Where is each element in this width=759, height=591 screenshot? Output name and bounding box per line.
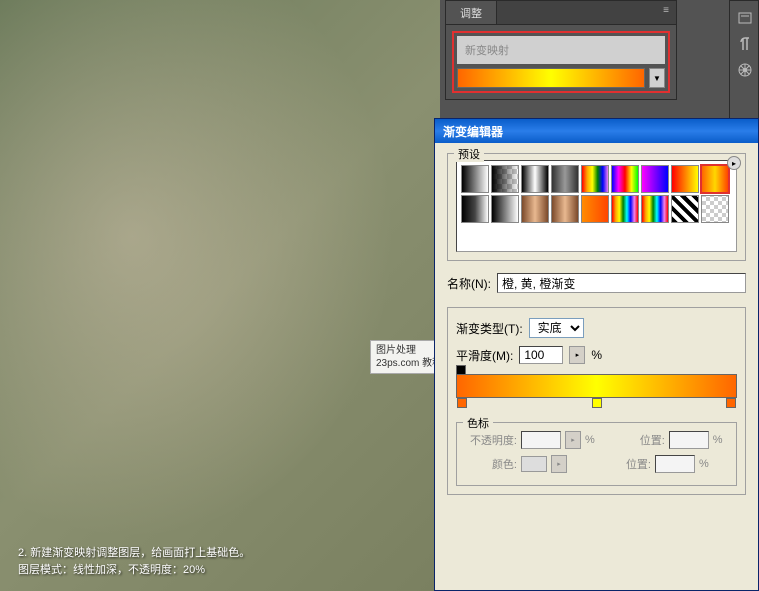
position-label: 位置: bbox=[597, 456, 651, 472]
dialog-titlebar[interactable]: 渐变编辑器 bbox=[435, 119, 758, 143]
tab-adjustments[interactable]: 调整 bbox=[446, 1, 497, 24]
panel-menu-button[interactable]: ≡ bbox=[656, 1, 676, 24]
gradient-editor-dialog: 渐变编辑器 预设 ▸ bbox=[434, 118, 759, 591]
preset-swatch[interactable] bbox=[671, 165, 699, 193]
preset-swatch[interactable] bbox=[701, 195, 729, 223]
color-chip bbox=[521, 456, 547, 472]
gradient-dropdown-button[interactable]: ▼ bbox=[649, 68, 665, 88]
smoothness-spinner[interactable]: ▸ bbox=[569, 346, 585, 364]
opacity-input bbox=[521, 431, 561, 449]
canvas-photo bbox=[0, 0, 440, 591]
preset-swatch[interactable] bbox=[461, 165, 489, 193]
adjustments-panel: 调整 ≡ 新变映射 ▼ bbox=[445, 0, 677, 100]
tutorial-caption-2: 图层模式：线性加深，不透明度：20% bbox=[18, 561, 205, 577]
preset-swatch[interactable] bbox=[491, 195, 519, 223]
smoothness-label: 平滑度(M): bbox=[456, 347, 513, 364]
preset-swatch[interactable] bbox=[521, 195, 549, 223]
stops-label: 色标 bbox=[463, 415, 493, 431]
preset-swatch[interactable] bbox=[611, 165, 639, 193]
preset-swatch[interactable] bbox=[551, 195, 579, 223]
color-stop[interactable] bbox=[457, 398, 467, 408]
gradient-type-label: 渐变类型(T): bbox=[456, 320, 523, 337]
history-icon[interactable] bbox=[736, 9, 754, 27]
preset-swatch[interactable] bbox=[521, 165, 549, 193]
gradient-type-section: 渐变类型(T): 实底 平滑度(M): ▸ % bbox=[447, 307, 746, 495]
percent-label: % bbox=[699, 458, 709, 470]
adjustment-highlight: 新变映射 ▼ bbox=[452, 31, 670, 93]
presets-label: 预设 bbox=[454, 146, 484, 162]
name-label: 名称(N): bbox=[447, 275, 491, 292]
presets-menu-button[interactable]: ▸ bbox=[727, 156, 741, 170]
presets-section: 预设 ▸ bbox=[447, 153, 746, 261]
gradient-bar[interactable] bbox=[456, 374, 737, 398]
color-label: 颜色: bbox=[463, 456, 517, 472]
opacity-label: 不透明度: bbox=[463, 432, 517, 448]
gradient-preview-strip[interactable] bbox=[457, 68, 645, 88]
dialog-title: 渐变编辑器 bbox=[443, 123, 503, 140]
percent-label: % bbox=[585, 434, 595, 446]
preset-swatch-selected[interactable] bbox=[701, 165, 729, 193]
percent-label: % bbox=[713, 434, 723, 446]
preset-swatch[interactable] bbox=[581, 165, 609, 193]
gradient-type-select[interactable]: 实底 bbox=[529, 318, 584, 338]
position-label: 位置: bbox=[611, 432, 665, 448]
tutorial-caption-1: 2. 新建渐变映射调整图层，给画面打上基础色。 bbox=[18, 546, 250, 561]
adjustment-subtitle: 新变映射 bbox=[457, 36, 665, 64]
presets-grid[interactable] bbox=[456, 160, 737, 252]
color-spinner: ▸ bbox=[551, 455, 567, 473]
paragraph-icon[interactable] bbox=[736, 35, 754, 53]
opacity-position-input bbox=[669, 431, 709, 449]
wheel-icon[interactable] bbox=[736, 61, 754, 79]
stops-section: 色标 不透明度: ▸ % 位置: % 颜色: ▸ 位置: % bbox=[456, 422, 737, 486]
gradient-name-input[interactable] bbox=[497, 273, 746, 293]
preset-swatch[interactable] bbox=[491, 165, 519, 193]
preset-swatch[interactable] bbox=[641, 165, 669, 193]
color-stop[interactable] bbox=[726, 398, 736, 408]
right-toolbar bbox=[729, 0, 759, 130]
preset-swatch[interactable] bbox=[671, 195, 699, 223]
adjustments-tabs: 调整 ≡ bbox=[446, 1, 676, 25]
smoothness-input[interactable] bbox=[519, 346, 563, 364]
opacity-spinner: ▸ bbox=[565, 431, 581, 449]
gradient-bar-editor[interactable] bbox=[456, 374, 737, 410]
preset-swatch[interactable] bbox=[461, 195, 489, 223]
color-stop[interactable] bbox=[592, 398, 602, 408]
preset-swatch[interactable] bbox=[611, 195, 639, 223]
preset-swatch[interactable] bbox=[551, 165, 579, 193]
color-position-input bbox=[655, 455, 695, 473]
opacity-stop[interactable] bbox=[456, 365, 466, 375]
percent-label: % bbox=[591, 348, 602, 362]
preset-swatch[interactable] bbox=[581, 195, 609, 223]
preset-swatch[interactable] bbox=[641, 195, 669, 223]
